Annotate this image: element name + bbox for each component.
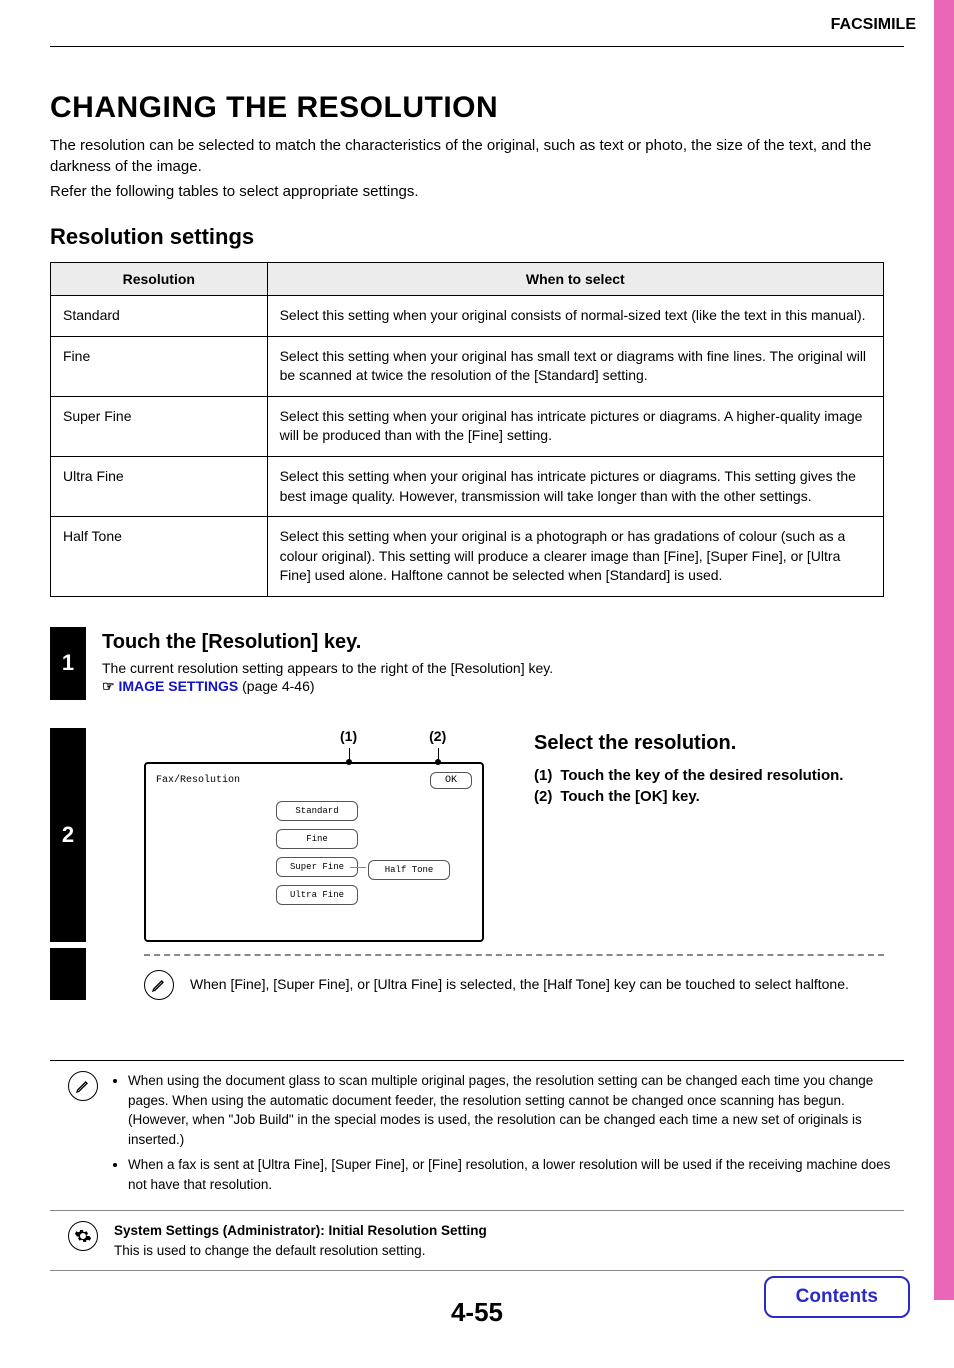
- page-title: CHANGING THE RESOLUTION: [50, 91, 884, 125]
- pencil-note-icon: [144, 970, 174, 1000]
- pencil-note-icon: [68, 1071, 98, 1101]
- step-2-note: When [Fine], [Super Fine], or [Ultra Fin…: [190, 975, 849, 995]
- step-1-text: The current resolution setting appears t…: [102, 660, 884, 676]
- cell-desc: Select this setting when your original h…: [267, 396, 883, 456]
- cell-resolution: Fine: [51, 336, 268, 396]
- table-header-resolution: Resolution: [51, 263, 268, 296]
- step-number-2: 2: [50, 728, 86, 942]
- cell-desc: Select this setting when your original h…: [267, 456, 883, 516]
- xref-link-image-settings[interactable]: IMAGE SETTINGS: [118, 678, 238, 694]
- cell-resolution: Half Tone: [51, 517, 268, 597]
- xref-icon: ☞: [102, 678, 115, 694]
- section-header: FACSIMILE: [831, 16, 916, 34]
- admin-note-title: System Settings (Administrator): Initial…: [114, 1221, 896, 1241]
- cell-resolution: Standard: [51, 296, 268, 337]
- callout-2: (2): [429, 728, 446, 762]
- admin-note-body: This is used to change the default resol…: [114, 1241, 896, 1261]
- gear-icon: [68, 1221, 98, 1251]
- connector-line: [350, 867, 366, 868]
- panel-breadcrumb: Fax/Resolution: [156, 775, 240, 786]
- dashed-separator: [144, 954, 884, 956]
- intro-line-2: Refer the following tables to select app…: [50, 181, 884, 202]
- sub-1-text: Touch the key of the desired resolution.: [560, 767, 843, 784]
- notes-block: When using the document glass to scan mu…: [50, 1060, 904, 1272]
- note-bullet-1: When using the document glass to scan mu…: [128, 1071, 896, 1149]
- table-row: Half Tone Select this setting when your …: [51, 517, 884, 597]
- table-header-when: When to select: [267, 263, 883, 296]
- contents-button[interactable]: Contents: [764, 1276, 910, 1318]
- xref-page: (page 4-46): [242, 678, 314, 694]
- super-fine-button[interactable]: Super Fine: [276, 857, 358, 877]
- callout-1: (1): [340, 728, 357, 762]
- half-tone-button[interactable]: Half Tone: [368, 860, 450, 880]
- subsection-title: Resolution settings: [50, 224, 884, 250]
- step-2-title: Select the resolution.: [534, 732, 884, 755]
- fine-button[interactable]: Fine: [276, 829, 358, 849]
- intro-line-1: The resolution can be selected to match …: [50, 135, 884, 177]
- ok-button[interactable]: OK: [430, 772, 472, 789]
- sub-2-text: Touch the [OK] key.: [560, 788, 699, 805]
- note-bullet-2: When a fax is sent at [Ultra Fine], [Sup…: [128, 1155, 896, 1194]
- step-2-badge-continuation: [50, 948, 86, 1000]
- step-1-title: Touch the [Resolution] key.: [102, 631, 884, 654]
- standard-button[interactable]: Standard: [276, 801, 358, 821]
- table-row: Fine Select this setting when your origi…: [51, 336, 884, 396]
- sub-2-marker: (2): [534, 788, 552, 805]
- touch-panel: Fax/Resolution OK Standard Fine Super Fi…: [144, 762, 484, 942]
- ultra-fine-button[interactable]: Ultra Fine: [276, 885, 358, 905]
- table-row: Standard Select this setting when your o…: [51, 296, 884, 337]
- sub-1-marker: (1): [534, 767, 552, 784]
- cell-desc: Select this setting when your original c…: [267, 296, 883, 337]
- table-row: Ultra Fine Select this setting when your…: [51, 456, 884, 516]
- chapter-color-tab: [934, 0, 954, 1300]
- cell-desc: Select this setting when your original i…: [267, 517, 883, 597]
- cell-desc: Select this setting when your original h…: [267, 336, 883, 396]
- step-number-1: 1: [50, 627, 86, 700]
- table-row: Super Fine Select this setting when your…: [51, 396, 884, 456]
- cell-resolution: Super Fine: [51, 396, 268, 456]
- cell-resolution: Ultra Fine: [51, 456, 268, 516]
- resolution-table: Resolution When to select Standard Selec…: [50, 262, 884, 597]
